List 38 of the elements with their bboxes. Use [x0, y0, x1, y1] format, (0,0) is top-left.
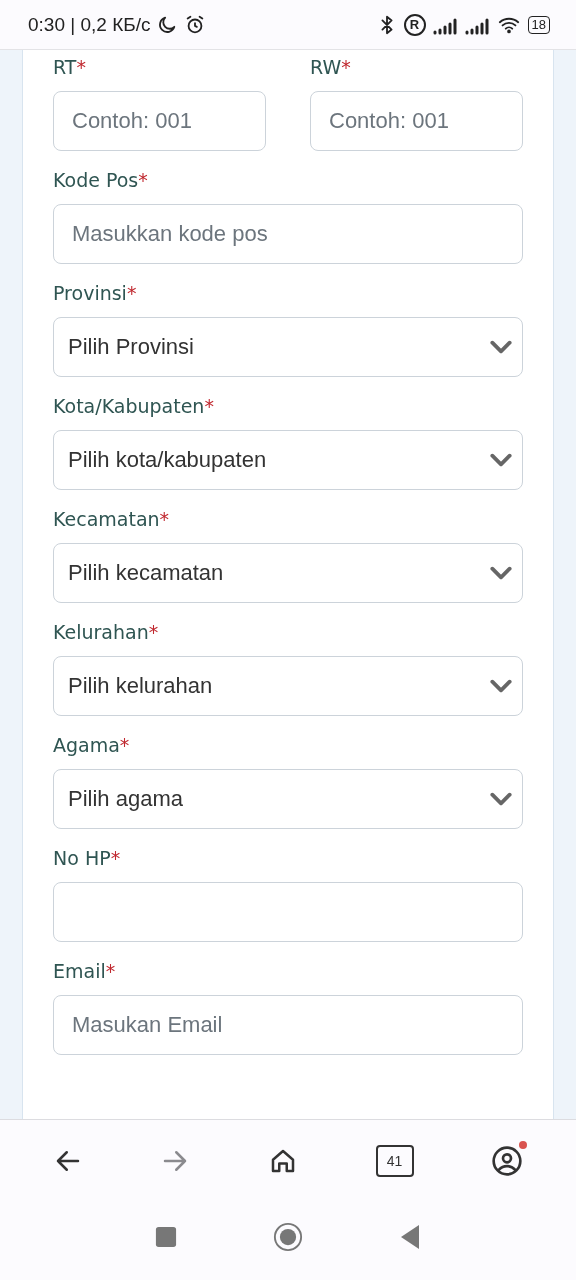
required-mark: * [341, 55, 351, 80]
field-label: RW [310, 55, 342, 80]
text-field[interactable]: Masukan Email [53, 995, 523, 1055]
dropdown-field[interactable]: Pilih Provinsi [53, 317, 523, 377]
dropdown-field[interactable]: Pilih kota/kabupaten [53, 430, 523, 490]
field-label: Agama [53, 733, 120, 758]
required-mark: * [110, 846, 121, 871]
field-label: Kecamatan [53, 507, 160, 532]
dropdown-field[interactable]: Pilih kecamatan [53, 543, 523, 603]
triangle-icon [399, 1224, 421, 1250]
field-label: RT [53, 55, 77, 80]
text-field[interactable]: Contoh: 001 [310, 91, 523, 151]
status-time: 0:30 | 0,2 КБ/с [28, 13, 151, 36]
text-field[interactable] [53, 882, 523, 942]
required-mark: * [76, 55, 86, 80]
field-label: Kode Pos [53, 168, 139, 193]
required-mark: * [159, 507, 170, 532]
dropdown-field[interactable]: Pilih agama [53, 769, 523, 829]
required-mark: * [204, 394, 214, 419]
text-field[interactable]: Contoh: 001 [53, 91, 266, 151]
field-label: Email [53, 959, 106, 984]
field-label: Kota/Kabupaten [53, 394, 205, 419]
required-mark: * [126, 281, 137, 306]
field-label: No HP [53, 846, 111, 871]
tabs-button[interactable]: 41 [375, 1145, 414, 1177]
user-circle-icon [491, 1145, 524, 1177]
field-label: Provinsi [53, 281, 127, 306]
battery-icon: 18 [527, 15, 550, 34]
required-mark: * [138, 168, 148, 193]
field-label: Kelurahan [53, 620, 149, 645]
required-mark: * [119, 733, 130, 758]
circle-icon [273, 1222, 303, 1252]
required-mark: * [148, 620, 159, 645]
dropdown-field[interactable]: Pilih kelurahan [53, 656, 523, 716]
roaming-icon: R [403, 13, 426, 36]
text-field[interactable]: Masukkan kode pos [53, 204, 523, 264]
square-icon [155, 1226, 177, 1248]
required-mark: * [105, 959, 116, 984]
